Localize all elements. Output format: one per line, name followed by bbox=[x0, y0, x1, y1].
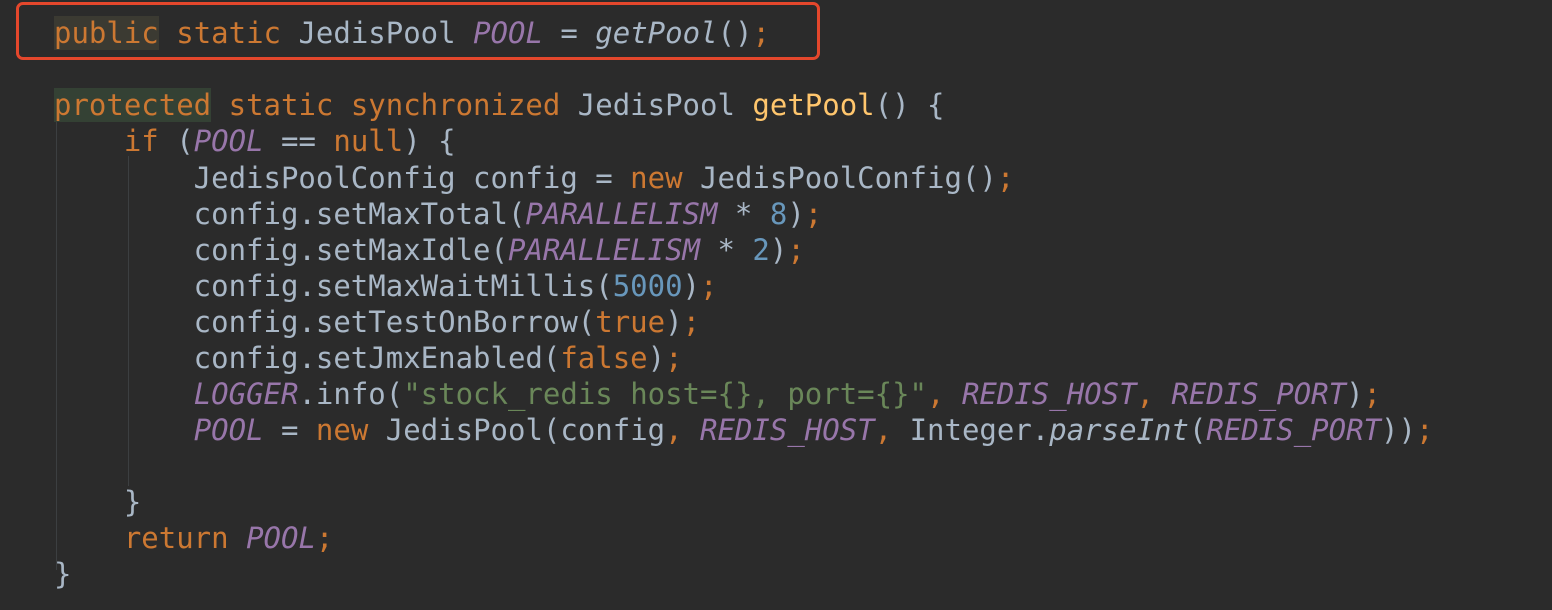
code-token: 5000 bbox=[612, 269, 683, 303]
code-token: Integer. bbox=[909, 413, 1050, 447]
code-line[interactable]: if (POOL == null) { bbox=[54, 123, 456, 159]
code-token: ) bbox=[787, 197, 805, 231]
code-token: if bbox=[123, 124, 159, 158]
code-token: ) bbox=[1346, 377, 1364, 411]
code-token: "stock_redis host={}, port={}" bbox=[403, 377, 928, 411]
code-token: static bbox=[176, 16, 281, 50]
code-token: ( bbox=[1188, 413, 1207, 447]
code-token: ; bbox=[1415, 413, 1434, 447]
code-token: protected bbox=[54, 88, 212, 122]
code-token: REDIS_PORT bbox=[1206, 413, 1382, 447]
code-line[interactable]: } bbox=[54, 484, 141, 520]
code-token: config.setTestOnBorrow( bbox=[54, 305, 596, 339]
code-token: JedisPoolConfig() bbox=[682, 161, 997, 195]
code-token: ; bbox=[804, 197, 823, 231]
code-token: public bbox=[54, 16, 159, 50]
code-token: .info( bbox=[298, 377, 404, 411]
code-token: true bbox=[595, 305, 666, 339]
code-line[interactable]: JedisPoolConfig config = new JedisPoolCo… bbox=[54, 160, 1015, 196]
code-token: == bbox=[263, 124, 334, 158]
code-token: )) bbox=[1381, 413, 1416, 447]
code-token: config.setMaxTotal( bbox=[54, 197, 526, 231]
code-token: JedisPoolConfig config = bbox=[54, 161, 631, 195]
code-token: config.setJmxEnabled( bbox=[54, 341, 561, 375]
code-token: 2 bbox=[752, 233, 770, 267]
code-token: REDIS_PORT bbox=[1171, 377, 1347, 411]
code-token: } bbox=[54, 485, 142, 519]
code-token: getPool bbox=[752, 88, 875, 122]
code-token: LOGGER bbox=[193, 377, 299, 411]
code-token: ) bbox=[682, 269, 701, 303]
code-token: ; bbox=[787, 233, 805, 267]
code-token: ) bbox=[769, 233, 788, 267]
code-line[interactable]: POOL = new JedisPool(config, REDIS_HOST,… bbox=[54, 412, 1434, 448]
code-token: new bbox=[315, 413, 369, 447]
code-line[interactable]: config.setMaxWaitMillis(5000); bbox=[54, 268, 718, 304]
code-token: return bbox=[123, 521, 229, 555]
code-token: static synchronized bbox=[228, 88, 561, 122]
code-token: POOL bbox=[246, 521, 316, 555]
code-token: ; bbox=[1363, 377, 1382, 411]
code-token: , bbox=[1136, 377, 1172, 411]
code-line[interactable]: } bbox=[54, 556, 71, 592]
code-token: false bbox=[560, 341, 648, 375]
code-token: = bbox=[542, 16, 596, 50]
code-token: POOL bbox=[473, 16, 543, 50]
code-token: new bbox=[630, 161, 683, 195]
code-line[interactable]: config.setMaxIdle(PARALLELISM * 2); bbox=[54, 232, 805, 268]
code-token: ; bbox=[665, 341, 683, 375]
code-line[interactable]: LOGGER.info("stock_redis host={}, port={… bbox=[54, 376, 1381, 412]
code-token: POOL bbox=[193, 124, 264, 158]
code-token: POOL bbox=[193, 413, 264, 447]
code-token: parseInt bbox=[1049, 413, 1189, 447]
code-line[interactable]: config.setMaxTotal(PARALLELISM * 8); bbox=[54, 196, 823, 232]
code-token: ) bbox=[647, 341, 666, 375]
code-token: config.setMaxWaitMillis( bbox=[54, 269, 613, 303]
code-line[interactable]: protected static synchronized JedisPool … bbox=[54, 87, 944, 123]
code-token: ; bbox=[700, 269, 718, 303]
code-token: ( bbox=[158, 124, 194, 158]
code-line[interactable]: return POOL; bbox=[54, 520, 334, 556]
code-token: () { bbox=[874, 88, 945, 122]
code-token: REDIS_HOST bbox=[961, 377, 1137, 411]
code-token: 8 bbox=[769, 197, 788, 231]
code-token: ) { bbox=[403, 124, 456, 158]
code-token: JedisPool bbox=[281, 16, 474, 50]
code-editor[interactable]: public static JedisPool POOL = getPool()… bbox=[0, 0, 1552, 610]
code-token: ) bbox=[665, 305, 683, 339]
code-token: JedisPool(config bbox=[368, 413, 666, 447]
code-token: * bbox=[700, 233, 753, 267]
code-token: getPool bbox=[595, 16, 718, 50]
code-token: () bbox=[717, 16, 753, 50]
code-token: , bbox=[665, 413, 701, 447]
code-token: REDIS_HOST bbox=[700, 413, 875, 447]
code-token: ; bbox=[315, 521, 334, 555]
code-token: } bbox=[54, 557, 72, 591]
code-token: PARALLELISM bbox=[507, 233, 701, 267]
code-token: ; bbox=[752, 16, 770, 50]
code-token: ; bbox=[996, 161, 1015, 195]
code-token: null bbox=[333, 124, 404, 158]
code-token: JedisPool bbox=[560, 88, 753, 122]
code-token: config.setMaxIdle( bbox=[54, 233, 508, 267]
code-line[interactable]: config.setJmxEnabled(false); bbox=[54, 340, 683, 376]
code-token: , bbox=[874, 413, 910, 447]
code-line[interactable]: config.setTestOnBorrow(true); bbox=[54, 304, 700, 340]
code-token: * bbox=[717, 197, 770, 231]
code-token: , bbox=[927, 377, 962, 411]
code-token: = bbox=[263, 413, 316, 447]
code-token: PARALLELISM bbox=[525, 197, 718, 231]
code-token: ; bbox=[682, 305, 701, 339]
code-line[interactable]: public static JedisPool POOL = getPool()… bbox=[54, 15, 770, 51]
